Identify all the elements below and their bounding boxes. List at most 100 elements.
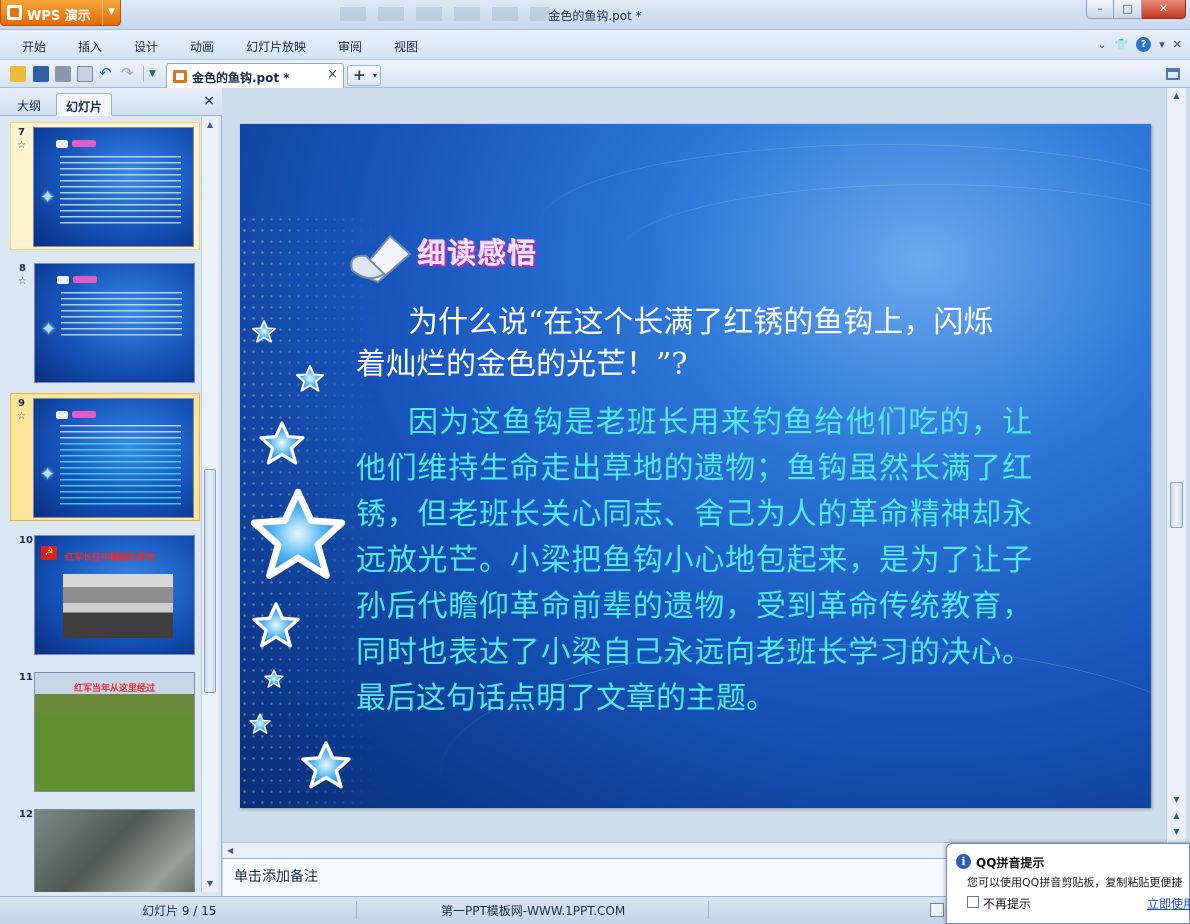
normal-view-icon[interactable] [930,903,944,917]
menu-home[interactable]: 开始 [22,38,46,55]
toolbar-separator [143,66,144,82]
slide-panel: 大纲 幻灯片 × 7 ☆ ✦ 8 ☆ ✦ 9 ☆ ✦ 10 ☭ 红军长征中翻越的… [0,88,222,896]
star-icon [252,602,300,648]
tab-slides[interactable]: 幻灯片 [56,93,113,116]
slide-thumbnail-12[interactable]: 12 [12,805,198,892]
slide-thumbnail-8[interactable]: 8 ☆ ✦ [12,259,198,387]
new-tab-button[interactable]: + ▾ [347,65,381,86]
use-now-link[interactable]: 立即使用 [1147,895,1190,912]
help-dropdown-icon[interactable]: ▾ [1159,38,1165,51]
slide-preview: ✦ [33,127,194,247]
slide-indicator: 幻灯片 9 / 15 [142,904,217,918]
toolbar: ↶ ↷ ▼ 金色的鱼钩.pot * × + ▾ [0,60,1190,88]
status-separator [356,901,357,919]
slide-title[interactable]: 细读感悟 [418,232,538,272]
text-lines [61,292,182,338]
star-icon [249,713,271,734]
title-badge-icon [57,276,69,284]
scroll-up-icon[interactable]: ▲ [202,117,218,133]
scroll-book-icon [350,234,412,284]
menu-animation[interactable]: 动画 [190,38,214,55]
help-icon[interactable]: ? [1136,37,1152,52]
slide-number: 11 [19,672,33,683]
current-slide[interactable]: 细读感悟 为什么说“在这个长满了红锈的鱼钩上，闪烁着灿烂的金色的光芒！”? 因为… [240,124,1151,808]
slide-thumbnail-10[interactable]: 10 ☭ 红军长征中翻越的草地 [12,531,198,659]
next-slide-icon[interactable]: ▼ [1167,824,1186,840]
party-flag-icon: ☭ [41,546,57,560]
slide-preview: ✦ [34,263,195,383]
slide-number: 12 [19,809,33,820]
title-badge-text [72,140,96,147]
title-badge-icon [56,140,68,148]
title-badge-text [73,276,97,283]
slide-panel-tabs: 大纲 幻灯片 × [0,88,222,116]
presentation-file-icon [173,70,187,83]
menu-bar: 开始 插入 设计 动画 幻灯片放映 审阅 视图 ⌄ 👕 ? ▾ ✕ [0,30,1190,60]
slide-question-text[interactable]: 为什么说“在这个长满了红锈的鱼钩上，闪烁着灿烂的金色的光芒！”? [356,302,1006,386]
window-controls: – □ ✕ [1086,0,1186,20]
redo-icon[interactable]: ↷ [121,66,137,82]
scroll-left-icon[interactable]: ◀ [227,843,233,858]
scroll-down-icon[interactable]: ▼ [202,876,218,892]
save-icon[interactable] [33,66,49,82]
slide-preview [34,809,195,892]
star-icon [301,741,351,789]
slide-title: 红军长征中翻越的草地 [65,553,156,563]
skin-shirt-icon[interactable]: 👕 [1115,38,1129,51]
tab-outline[interactable]: 大纲 [8,93,50,116]
scroll-thumb[interactable] [1170,482,1183,528]
menu-view[interactable]: 视图 [394,38,418,55]
slide-answer-text[interactable]: 因为这鱼钩是老班长用来钓鱼给他们吃的，让他们维持生命走出草地的遗物；鱼钩虽然长满… [356,400,1032,722]
customize-dropdown-icon[interactable]: ▼ [149,66,165,82]
title-badge-icon [56,411,68,419]
rocky-river-photo [63,574,173,638]
scroll-thumb[interactable] [204,469,216,693]
undo-icon[interactable]: ↶ [99,66,115,82]
close-panel-icon[interactable]: × [203,93,215,109]
slide-workspace: 细读感悟 为什么说“在这个长满了红锈的鱼钩上，闪烁着灿烂的金色的光芒！”? 因为… [223,88,1172,842]
close-ribbon-icon[interactable]: ✕ [1173,38,1182,51]
scroll-up-icon[interactable]: ▲ [1167,88,1186,104]
popup-title: QQ拼音提示 [976,856,1045,870]
star-icon: ✦ [40,464,56,485]
info-icon: i [956,854,971,869]
star-icon [259,421,305,465]
slide-thumbnail-7[interactable]: 7 ☆ ✦ [10,122,200,250]
slide-thumbnail-9[interactable]: 9 ☆ ✦ [10,393,200,521]
print-icon[interactable] [55,66,71,82]
slide-title: 红军当年从这里经过 [73,684,155,694]
menu-review[interactable]: 审阅 [338,38,362,55]
chevron-down-icon[interactable]: ▾ [373,67,377,85]
menu-insert[interactable]: 插入 [78,38,102,55]
menu-slideshow[interactable]: 幻灯片放映 [246,38,306,55]
document-tab[interactable]: 金色的鱼钩.pot * × [166,63,344,88]
maximize-button[interactable]: □ [1114,0,1142,19]
status-separator [708,901,709,919]
open-folder-icon[interactable] [10,66,26,82]
slide-preview: ☭ 红军长征中翻越的草地 [34,535,195,655]
previous-slide-icon[interactable]: ▲ [1167,808,1186,824]
dont-show-again-label[interactable]: 不再提示 [983,895,1031,912]
star-icon [264,669,284,688]
close-window-button[interactable]: ✕ [1142,0,1186,19]
collapse-ribbon-icon[interactable]: ⌄ [1097,38,1106,51]
star-icon: ✦ [40,187,56,208]
question-lines [60,425,181,439]
workspace-vertical-scrollbar[interactable]: ▲ ▼ ▲ ▼ [1166,88,1186,842]
menu-design[interactable]: 设计 [134,38,158,55]
window-layout-icon[interactable] [1166,68,1180,80]
plus-icon: + [353,66,366,84]
star-icon [296,365,324,392]
animation-star-icon: ☆ [17,140,26,151]
slide-thumbnail-11[interactable]: 11 红军当年从这里经过 [12,668,198,796]
dont-show-again-checkbox[interactable] [967,896,979,908]
minimize-button[interactable]: – [1086,0,1114,19]
notes-placeholder[interactable]: 单击添加备注 [234,866,318,886]
print-preview-icon[interactable] [77,66,93,82]
star-icon [252,320,276,343]
scroll-down-icon[interactable]: ▼ [1167,792,1186,808]
slide-panel-scrollbar[interactable]: ▲ ▼ [201,117,218,892]
slide-thumbnail-list: 7 ☆ ✦ 8 ☆ ✦ 9 ☆ ✦ 10 ☭ 红军长征中翻越的草地 11 红军当… [0,117,201,892]
animation-star-icon: ☆ [17,411,26,422]
close-tab-icon[interactable]: × [327,67,338,82]
